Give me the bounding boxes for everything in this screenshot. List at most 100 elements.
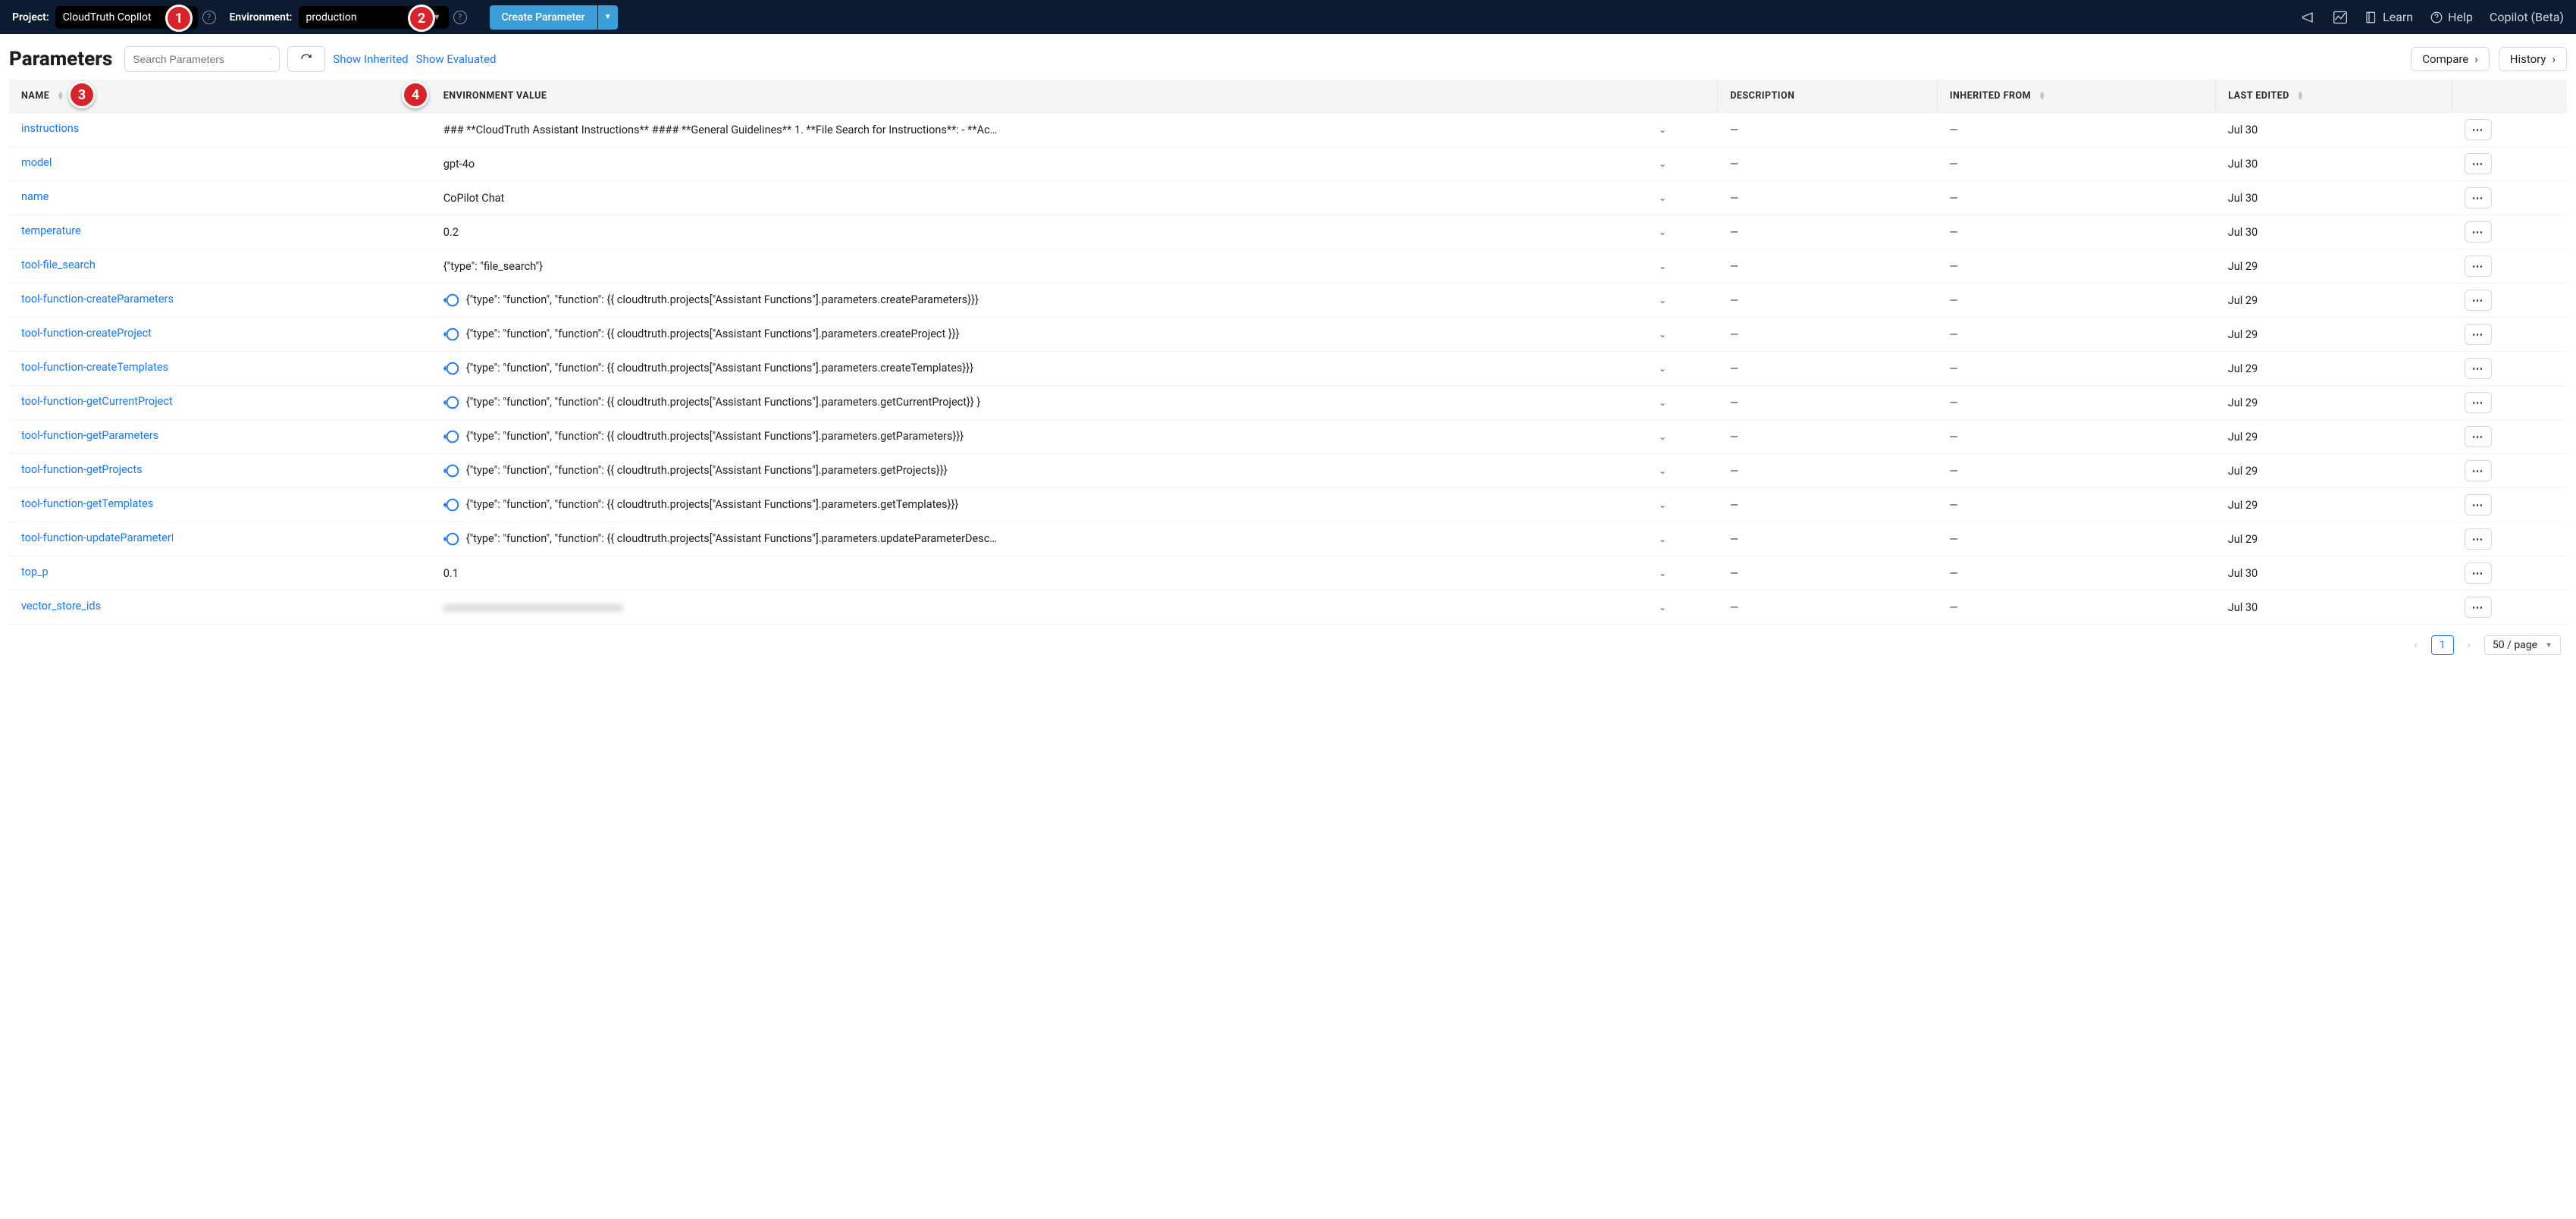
search-input-wrap[interactable]	[124, 46, 280, 72]
copilot-link[interactable]: Copilot (Beta)	[2490, 10, 2564, 24]
parameter-name-link[interactable]: tool-function-getParameters	[21, 429, 158, 442]
row-actions-button[interactable]: ⋯	[2465, 255, 2492, 277]
sort-icon: ▲▼	[57, 92, 64, 101]
parameter-value: {"type": "function", "function": {{ clou…	[431, 318, 1647, 352]
row-actions-button[interactable]: ⋯	[2465, 426, 2492, 447]
show-inherited-link[interactable]: Show Inherited	[333, 52, 408, 66]
row-actions-button[interactable]: ⋯	[2465, 290, 2492, 311]
expand-row-button[interactable]: ⌄	[1647, 181, 1718, 215]
expand-row-button[interactable]: ⌄	[1647, 386, 1718, 420]
expand-row-button[interactable]: ⌄	[1647, 522, 1718, 556]
col-expand-header	[1647, 80, 1718, 113]
expand-row-button[interactable]: ⌄	[1647, 215, 1718, 249]
parameter-name-link[interactable]: tool-function-createParameters	[21, 293, 173, 306]
parameter-name-link[interactable]: model	[21, 156, 52, 169]
top-bar: Project: CloudTruth CopIlot ▼ ? Environm…	[0, 0, 2576, 34]
parameter-name-link[interactable]: tool-function-getTemplates	[21, 497, 153, 510]
parameter-name-link[interactable]: instructions	[21, 122, 79, 135]
expand-row-button[interactable]: ⌄	[1647, 318, 1718, 352]
parameter-name-link[interactable]: temperature	[21, 224, 81, 237]
history-button[interactable]: History ›	[2499, 47, 2567, 71]
table-row: tool-function-getProjects {"type": "funct…	[9, 454, 2567, 488]
interpolated-icon	[443, 531, 460, 547]
parameter-inherited: —	[1937, 522, 2215, 556]
row-actions-button[interactable]: ⋯	[2465, 221, 2492, 243]
expand-row-button[interactable]: ⌄	[1647, 420, 1718, 454]
parameter-name-link[interactable]: top_p	[21, 566, 49, 578]
row-actions-button[interactable]: ⋯	[2465, 187, 2492, 208]
page-number[interactable]: 1	[2431, 635, 2454, 655]
parameter-name-link[interactable]: tool-function-createTemplates	[21, 361, 168, 374]
interpolated-icon	[443, 292, 460, 309]
page-size-select[interactable]: 50 / page ▼	[2484, 635, 2561, 655]
parameter-edited: Jul 29	[2216, 352, 2452, 386]
prev-page-button[interactable]: ‹	[2408, 636, 2424, 654]
parameter-value: {"type": "function", "function": {{ clou…	[431, 454, 1647, 488]
expand-row-button[interactable]: ⌄	[1647, 591, 1718, 625]
expand-row-button[interactable]: ⌄	[1647, 488, 1718, 522]
parameter-value: CoPilot Chat	[431, 181, 1647, 215]
learn-link[interactable]: Learn	[2364, 10, 2413, 24]
expand-row-button[interactable]: ⌄	[1647, 113, 1718, 147]
create-parameter-button[interactable]: Create Parameter	[490, 5, 597, 30]
row-actions-button[interactable]: ⋯	[2465, 494, 2492, 515]
refresh-button[interactable]	[287, 46, 325, 72]
help-icon[interactable]: ?	[202, 11, 216, 24]
parameter-edited: Jul 29	[2216, 284, 2452, 318]
expand-row-button[interactable]: ⌄	[1647, 147, 1718, 181]
announcements-icon[interactable]	[2301, 10, 2316, 25]
annotation-4: 4	[402, 81, 429, 108]
table-row: tool-function-getParameters{"type": "fun…	[9, 420, 2567, 454]
row-actions-button[interactable]: ⋯	[2465, 528, 2492, 550]
parameter-inherited: —	[1937, 113, 2215, 147]
help-link[interactable]: Help	[2430, 10, 2473, 24]
parameter-description: —	[1718, 352, 1938, 386]
parameter-value: {"type": "file_search"}	[431, 249, 1647, 284]
help-icon[interactable]: ?	[453, 11, 467, 24]
project-value: CloudTruth CopIlot	[63, 11, 152, 24]
parameter-name-link[interactable]: tool-function-createProject	[21, 327, 152, 340]
row-actions-button[interactable]: ⋯	[2465, 358, 2492, 379]
parameter-name-link[interactable]: tool-file_search	[21, 259, 96, 271]
expand-row-button[interactable]: ⌄	[1647, 352, 1718, 386]
parameter-name-link[interactable]: name	[21, 190, 49, 203]
show-evaluated-link[interactable]: Show Evaluated	[416, 52, 497, 66]
col-edited-header[interactable]: LAST EDITED ▲▼	[2216, 80, 2452, 113]
row-actions-button[interactable]: ⋯	[2465, 597, 2492, 618]
parameter-name-link[interactable]: tool-function-getCurrentProject	[21, 395, 173, 408]
analytics-icon[interactable]	[2333, 10, 2348, 25]
col-actions-header	[2452, 80, 2567, 113]
row-actions-button[interactable]: ⋯	[2465, 392, 2492, 413]
next-page-button[interactable]: ›	[2462, 636, 2477, 654]
col-value-header: ENVIRONMENT VALUE	[431, 80, 1647, 113]
expand-row-button[interactable]: ⌄	[1647, 249, 1718, 284]
environment-value: production	[306, 11, 357, 24]
parameter-description: —	[1718, 113, 1938, 147]
parameter-description: —	[1718, 522, 1938, 556]
annotation-1: 1	[165, 5, 193, 32]
row-actions-button[interactable]: ⋯	[2465, 119, 2492, 140]
parameter-name-link[interactable]: vector_store_ids	[21, 600, 101, 613]
parameter-edited: Jul 29	[2216, 318, 2452, 352]
expand-row-button[interactable]: ⌄	[1647, 556, 1718, 591]
table-row: tool-function-getTemplates{"type": "func…	[9, 488, 2567, 522]
parameter-edited: Jul 29	[2216, 249, 2452, 284]
row-actions-button[interactable]: ⋯	[2465, 324, 2492, 345]
parameter-inherited: —	[1937, 454, 2215, 488]
row-actions-button[interactable]: ⋯	[2465, 153, 2492, 174]
page-title: Parameters	[9, 48, 112, 71]
expand-row-button[interactable]: ⌄	[1647, 454, 1718, 488]
parameter-description: —	[1718, 249, 1938, 284]
parameters-table: NAME ▲▼ ENVIRONMENT VALUE DESCRIPTION IN…	[9, 80, 2567, 625]
compare-button[interactable]: Compare ›	[2411, 47, 2489, 71]
expand-row-button[interactable]: ⌄	[1647, 284, 1718, 318]
search-input[interactable]	[133, 53, 270, 65]
parameter-name-link[interactable]: tool-function-getProjects	[21, 463, 143, 476]
row-actions-button[interactable]: ⋯	[2465, 562, 2492, 584]
parameter-value: {"type": "function", "function": {{ clou…	[431, 284, 1647, 318]
parameter-name-link[interactable]: tool-function-updateParameterDescription	[21, 531, 173, 544]
parameter-edited: Jul 29	[2216, 420, 2452, 454]
row-actions-button[interactable]: ⋯	[2465, 460, 2492, 481]
create-parameter-dropdown[interactable]: ▼	[598, 5, 618, 30]
col-inherited-header[interactable]: INHERITED FROM ▲▼	[1937, 80, 2215, 113]
